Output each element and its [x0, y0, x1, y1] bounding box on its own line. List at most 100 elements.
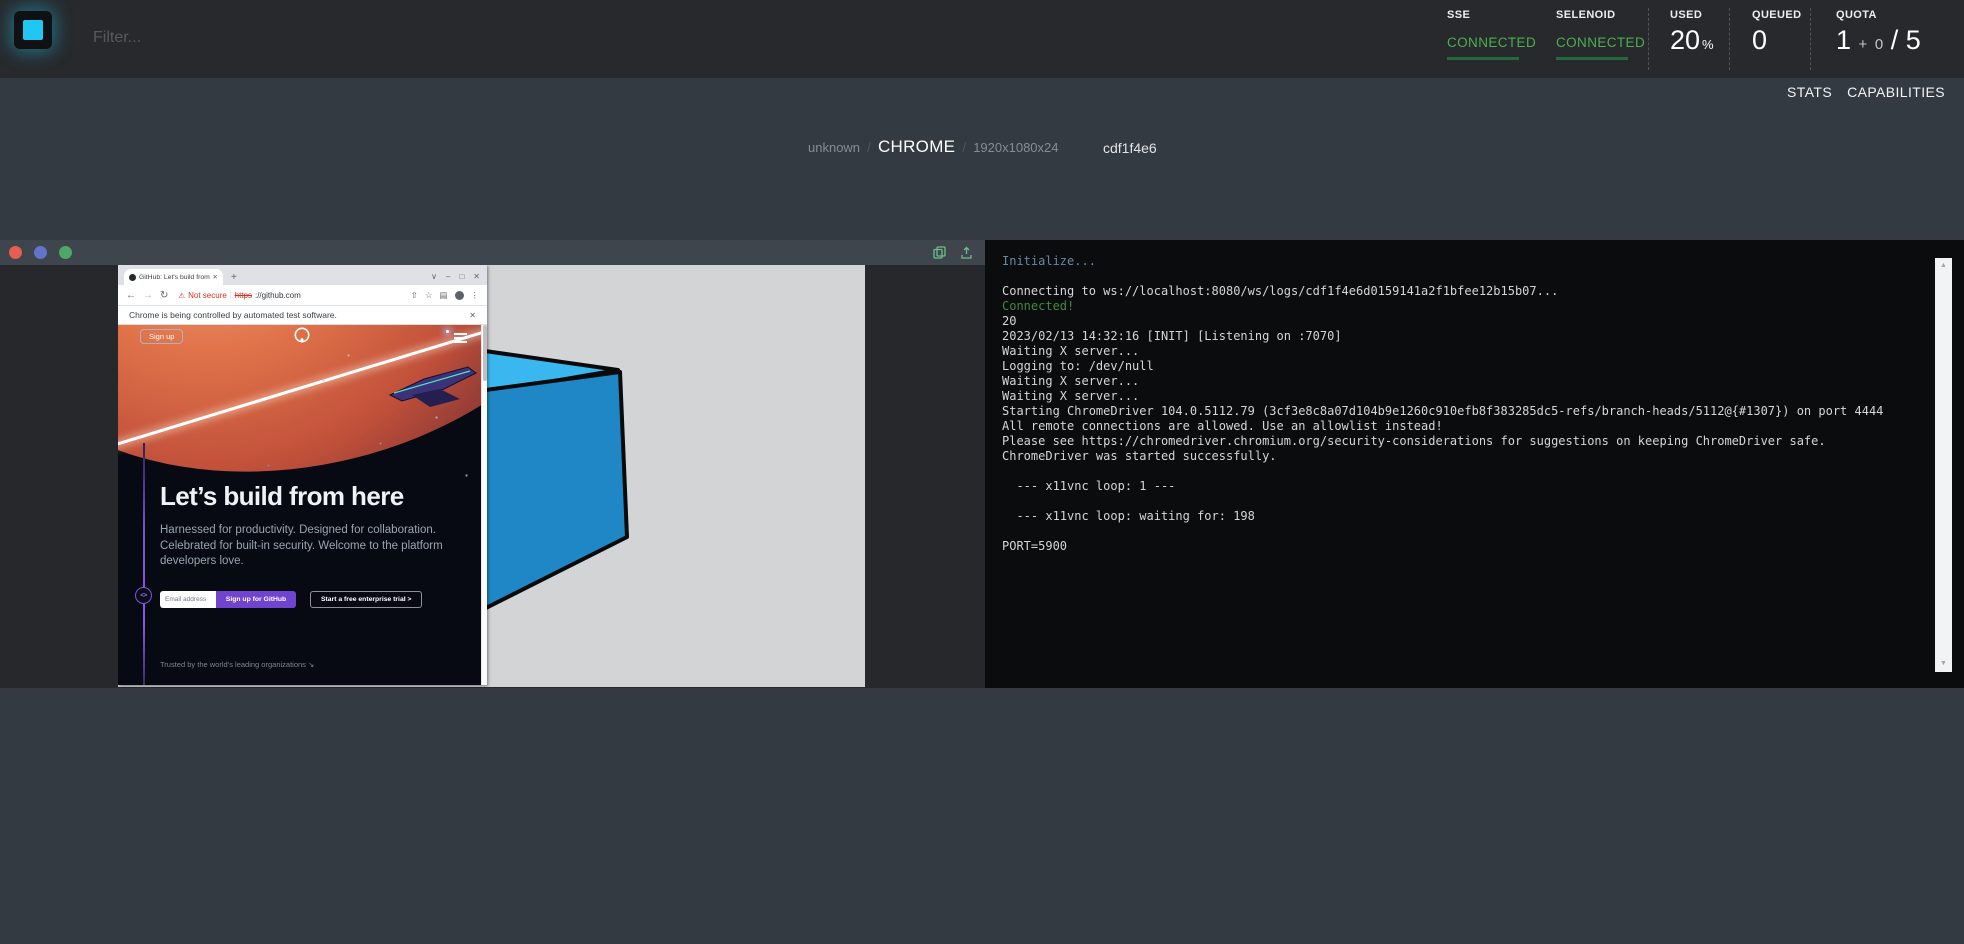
filter-input[interactable]: [93, 18, 513, 58]
log-line: --- x11vnc loop: 1 ---: [1002, 479, 1924, 494]
stat-used-label: USED: [1670, 9, 1729, 21]
hamburger-menu-icon[interactable]: [454, 333, 467, 343]
quota-total: 5: [1906, 25, 1921, 55]
copy-icon[interactable]: [933, 246, 946, 259]
stat-quota: QUOTA 1 + 0 / 5: [1811, 0, 1941, 78]
session-browser: CHROME: [878, 137, 955, 157]
stat-queued: QUEUED 0: [1730, 0, 1810, 78]
browser-address-bar: ← → ↻ ⚠ Not secure | https ://github.com…: [118, 285, 487, 306]
tagline-line: Harnessed for productivity. Designed for…: [160, 523, 443, 539]
stat-used-value: 20%: [1670, 25, 1729, 56]
session-os: unknown: [808, 140, 860, 155]
browser-scrollbar[interactable]: [481, 325, 487, 685]
log-line: ChromeDriver was started successfully.: [1002, 449, 1924, 464]
forward-icon[interactable]: →: [143, 290, 153, 301]
tab-title: GitHub: Let's build from he...: [139, 274, 210, 281]
stat-sse: SSE CONNECTED: [1447, 0, 1556, 78]
vnc-screen[interactable]: GitHub: Let's build from he... ✕ + ∨ – □…: [118, 265, 865, 687]
star-glow-icon: [446, 330, 449, 333]
email-field[interactable]: [160, 591, 216, 608]
log-line: 20: [1002, 314, 1924, 329]
traffic-light-red[interactable]: [9, 246, 22, 259]
log-line: PORT=5900: [1002, 539, 1924, 554]
new-tab-button[interactable]: +: [231, 272, 237, 283]
upload-icon[interactable]: [960, 246, 973, 259]
quota-pending: 0: [1875, 36, 1883, 53]
app-header: SSE CONNECTED SELENOID CONNECTED USED 20…: [0, 0, 1964, 78]
url-separator: |: [230, 292, 232, 299]
remote-browser-window: GitHub: Let's build from he... ✕ + ∨ – □…: [118, 265, 487, 685]
session-row[interactable]: unknown / CHROME / 1920x1080x24: [808, 137, 1059, 157]
hero-signup-button[interactable]: Sign up: [140, 329, 183, 344]
automation-infobar: Chrome is being controlled by automated …: [118, 306, 487, 325]
vnc-toolbar: [0, 240, 985, 265]
browser-tab[interactable]: GitHub: Let's build from he... ✕: [124, 269, 223, 285]
log-line: All remote connections are allowed. Use …: [1002, 419, 1924, 434]
session-id[interactable]: cdf1f4e6: [1103, 140, 1157, 156]
stat-sse-label: SSE: [1447, 9, 1556, 21]
warning-icon: ⚠: [178, 291, 185, 300]
hero-heading: Let’s build from here: [160, 481, 404, 512]
url-scheme: https: [235, 291, 252, 300]
traffic-light-green[interactable]: [59, 246, 72, 259]
hero-tagline: Harnessed for productivity. Designed for…: [160, 523, 443, 570]
trusted-text: Trusted by the world’s leading organizat…: [160, 660, 314, 669]
tab-search-icon[interactable]: ∨: [431, 272, 437, 281]
scrollbar-thumb[interactable]: [483, 325, 487, 381]
window-controls: ∨ – □ ✕: [431, 272, 480, 281]
stat-quota-label: QUOTA: [1836, 9, 1941, 21]
stat-used: USED 20%: [1649, 0, 1729, 78]
used-number: 20: [1670, 25, 1700, 55]
log-line: [1002, 524, 1924, 539]
close-icon[interactable]: ✕: [473, 272, 480, 281]
url-field[interactable]: ⚠ Not secure | https ://github.com: [178, 291, 403, 300]
vnc-panel: GitHub: Let's build from he... ✕ + ∨ – □…: [0, 240, 985, 688]
cube-front-face: [478, 372, 627, 612]
log-line: Connected!: [1002, 299, 1924, 314]
reload-icon[interactable]: ↻: [160, 290, 168, 301]
log-line: Waiting X server...: [1002, 374, 1924, 389]
session-resolution: 1920x1080x24: [973, 140, 1058, 155]
log-lines: Initialize... Connecting to ws://localho…: [1002, 254, 1924, 680]
purple-line-decoration: [143, 443, 145, 685]
log-line: Connecting to ws://localhost:8080/ws/log…: [1002, 284, 1924, 299]
used-unit: %: [1702, 37, 1714, 52]
github-hero: Sign up <> Let’s build from here Harness…: [118, 325, 487, 685]
scroll-down-icon[interactable]: ▼: [1935, 657, 1952, 671]
stat-selenoid-underline: [1556, 57, 1628, 60]
stat-sse-value: CONNECTED: [1447, 35, 1556, 50]
log-line: 2023/02/13 14:32:16 [INIT] [Listening on…: [1002, 329, 1924, 344]
log-line: [1002, 494, 1924, 509]
viewer-panel: GitHub: Let's build from he... ✕ + ∨ – □…: [0, 240, 1964, 688]
bookmark-star-icon[interactable]: ☆: [425, 290, 433, 301]
tab-close-icon[interactable]: ✕: [213, 273, 218, 281]
quota-used: 1: [1836, 25, 1851, 55]
share-icon[interactable]: ⇧: [411, 290, 418, 301]
spaceship-graphic: [386, 365, 478, 411]
view-tabs: STATS CAPABILITIES: [1787, 84, 1945, 100]
profile-avatar[interactable]: [455, 291, 464, 300]
stars-decoration: [118, 325, 119, 326]
minimize-icon[interactable]: –: [446, 272, 450, 281]
quota-plus: +: [1859, 36, 1868, 53]
menu-kebab-icon[interactable]: ⋮: [471, 290, 480, 301]
infobar-close-icon[interactable]: ✕: [469, 311, 476, 320]
signup-github-button[interactable]: Sign up for GitHub: [216, 591, 296, 608]
maximize-icon[interactable]: □: [459, 272, 464, 281]
traffic-light-blue[interactable]: [34, 246, 47, 259]
back-icon[interactable]: ←: [126, 290, 136, 301]
tab-capabilities[interactable]: CAPABILITIES: [1847, 84, 1945, 100]
log-line: Initialize...: [1002, 254, 1924, 269]
stat-quota-value: 1 + 0 / 5: [1836, 25, 1941, 56]
log-line: --- x11vnc loop: waiting for: 198: [1002, 509, 1924, 524]
scroll-up-icon[interactable]: ▲: [1935, 259, 1952, 273]
header-stats: SSE CONNECTED SELENOID CONNECTED USED 20…: [1447, 0, 1941, 78]
stat-selenoid-value: CONNECTED: [1556, 35, 1648, 50]
log-line: Waiting X server...: [1002, 389, 1924, 404]
sidebar-icon[interactable]: ▤: [439, 290, 447, 301]
logo-square-icon: [23, 20, 43, 40]
enterprise-trial-button[interactable]: Start a free enterprise trial >: [310, 591, 422, 608]
tab-stats[interactable]: STATS: [1787, 84, 1832, 100]
log-scrollbar[interactable]: ▲ ▼: [1935, 258, 1952, 672]
log-line: [1002, 269, 1924, 284]
